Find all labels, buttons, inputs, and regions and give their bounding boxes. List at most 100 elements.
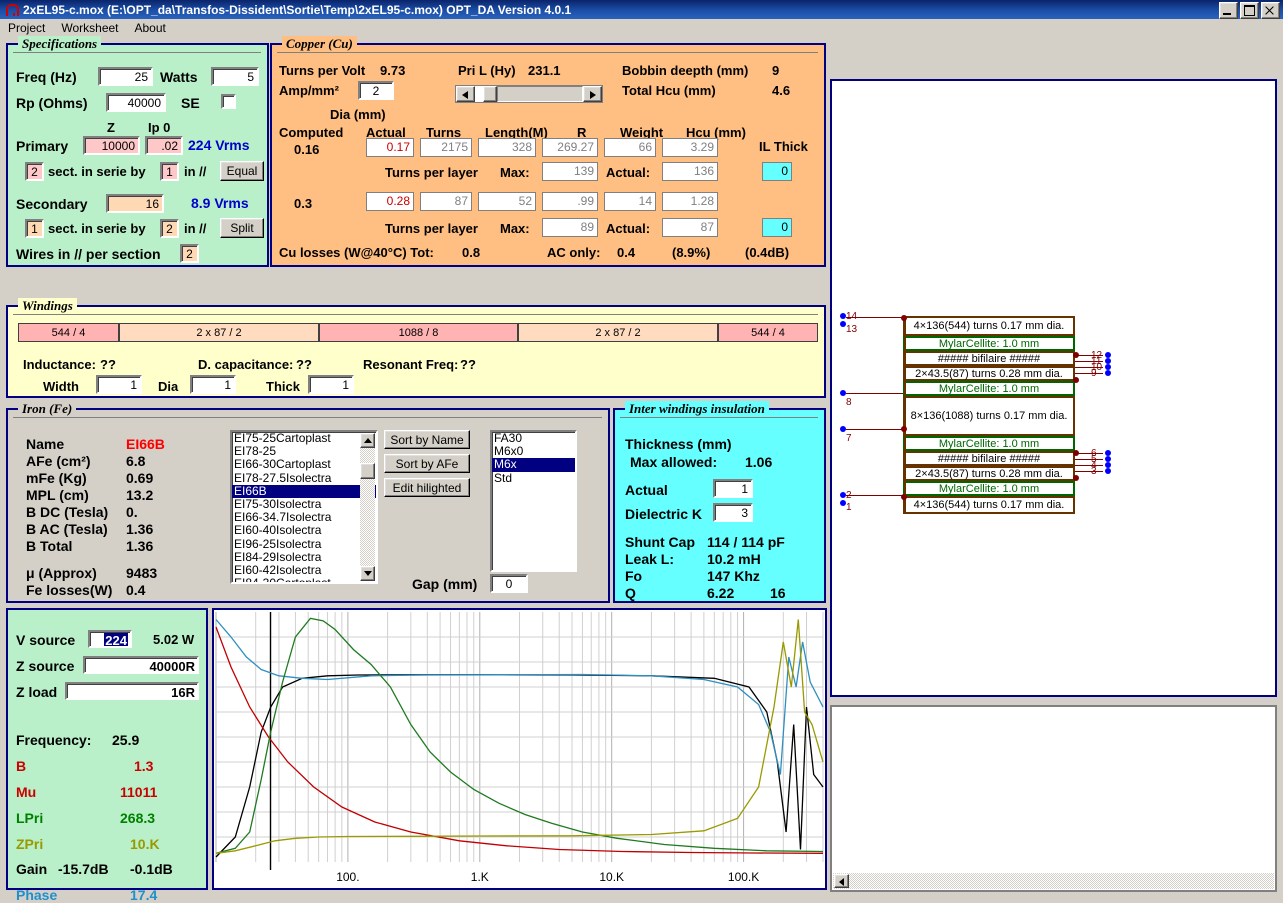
secondary-label: Secondary [16, 196, 88, 212]
winding-layer[interactable]: 8×136(1088) turns 0.17 mm dia. [903, 396, 1075, 436]
list-item[interactable]: EI60-40Isolectra [232, 524, 376, 537]
response-chart[interactable]: 100. 1.K 10.K 100.K [212, 608, 827, 890]
leak-l-label: Leak L: [625, 551, 675, 567]
iron-caption: Iron (Fe) [18, 401, 77, 417]
leak-l-value: 10.2 mH [707, 551, 761, 567]
scroll-down-icon[interactable] [360, 566, 375, 581]
pri-parallel-input[interactable]: 1 [160, 162, 179, 181]
sec-serie-label: sect. in serie by [48, 221, 146, 236]
menu-about[interactable]: About [127, 20, 174, 36]
insulation-actual-input[interactable]: 1 [713, 479, 753, 498]
list-item[interactable]: EI84-29Isolectra [232, 550, 376, 564]
scroll-right-icon[interactable] [583, 86, 602, 102]
fo-value: 147 Khz [707, 568, 760, 584]
dielectric-input[interactable]: 3 [713, 503, 753, 522]
scroll-thumb[interactable] [360, 463, 375, 479]
core-list-scrollbar[interactable] [360, 433, 375, 581]
z-source-input[interactable]: 40000R [83, 656, 199, 674]
panel-hscrollbar[interactable] [833, 873, 1274, 889]
winding-segment[interactable]: 2 x 87 / 2 [518, 323, 718, 342]
row2-turns: 87 [420, 192, 472, 211]
pri-sections-input[interactable]: 2 [25, 162, 44, 181]
list-item[interactable]: EI84-30Cartoplast [232, 576, 376, 582]
secondary-z-input[interactable]: 16 [106, 194, 164, 213]
list-item[interactable]: Std [492, 471, 575, 485]
pin-number: 3 [1091, 466, 1097, 477]
winding-segment[interactable]: 544 / 4 [18, 323, 119, 342]
primary-z-input[interactable]: 10000 [83, 136, 140, 155]
row2-tpl-max: 89 [542, 218, 598, 237]
menu-bar: Project Worksheet About [0, 19, 1283, 37]
row1-tpl-max: 139 [542, 162, 598, 181]
list-item[interactable]: EI78-27.5Isolectra [232, 471, 376, 485]
close-icon[interactable] [1261, 2, 1280, 19]
scroll-up-icon[interactable] [360, 433, 375, 448]
freq-input[interactable]: 25 [98, 67, 153, 86]
v-source-input[interactable]: 224 [88, 630, 132, 648]
primary-ip-input[interactable]: .02 [145, 136, 183, 155]
thick-input[interactable]: 1 [308, 375, 354, 394]
wires-input[interactable]: 2 [180, 244, 199, 263]
turns-per-layer-label-1: Turns per layer [385, 165, 478, 180]
row1-actual-input[interactable]: 0.17 [366, 138, 414, 157]
winding-segment[interactable]: 1088 / 8 [319, 323, 518, 342]
winding-segment[interactable]: 544 / 4 [718, 323, 818, 342]
width-input[interactable]: 1 [96, 375, 142, 394]
dia-header: Dia (mm) [330, 107, 386, 122]
winding-layer[interactable]: 4×136(544) turns 0.17 mm dia. [903, 496, 1075, 514]
winding-layer[interactable]: 4×136(544) turns 0.17 mm dia. [903, 316, 1075, 336]
row2-actual-input[interactable]: 0.28 [366, 192, 414, 211]
menu-worksheet[interactable]: Worksheet [53, 20, 126, 36]
sec-parallel-input[interactable]: 2 [160, 219, 179, 238]
minimize-icon[interactable] [1219, 2, 1238, 19]
pin-dot[interactable] [1105, 370, 1111, 376]
dia-input[interactable]: 1 [190, 375, 236, 394]
se-checkbox[interactable] [221, 94, 236, 109]
winding-layer[interactable]: 2×43.5(87) turns 0.28 mm dia. [903, 466, 1075, 481]
resfreq-value: ?? [460, 357, 476, 372]
q-value-2: 16 [770, 585, 786, 601]
iron-panel: Iron (Fe) Name EI66B AFe (cm²) 6.8 mFe (… [6, 401, 610, 603]
edit-hilighted-button[interactable]: Edit hilighted [384, 478, 470, 497]
list-item[interactable]: EI96-25Isolectra [232, 537, 376, 551]
amp-input[interactable]: 2 [358, 81, 394, 100]
watts-input[interactable]: 5 [211, 67, 259, 86]
z-load-input[interactable]: 16R [65, 682, 199, 700]
equal-button[interactable]: Equal [220, 161, 264, 181]
scroll-left-icon[interactable] [456, 86, 475, 102]
insulation-layer[interactable]: MylarCellite: 1.0 mm [903, 481, 1075, 496]
row2-r: .99 [542, 192, 598, 211]
iron-mpl-label: MPL (cm) [26, 487, 89, 503]
scroll-thumb[interactable] [483, 86, 497, 102]
maximize-icon[interactable] [1240, 2, 1259, 19]
pri-l-scrollbar[interactable] [455, 85, 603, 103]
sort-by-name-button[interactable]: Sort by Name [384, 430, 470, 449]
sort-by-afe-button[interactable]: Sort by AFe [384, 454, 470, 473]
winding-segment[interactable]: 2 x 87 / 2 [119, 323, 319, 342]
material-listbox[interactable]: FA30 M6x0 M6x Std [490, 430, 577, 572]
menu-project[interactable]: Project [0, 20, 53, 36]
row2-ilthick-input[interactable]: 0 [762, 218, 792, 237]
list-item-selected[interactable]: EI66B [232, 484, 376, 498]
list-item[interactable]: EI66-30Cartoplast [232, 458, 376, 471]
scroll-left-icon[interactable] [834, 874, 849, 888]
winding-layer[interactable]: 2×43.5(87) turns 0.28 mm dia. [903, 366, 1075, 381]
insulation-layer[interactable]: MylarCellite: 1.0 mm [903, 436, 1075, 451]
specifications-caption: Specifications [18, 36, 102, 52]
insulation-layer[interactable]: MylarCellite: 1.0 mm [903, 381, 1075, 396]
sec-sections-input[interactable]: 1 [25, 219, 44, 238]
rp-input[interactable]: 40000 [106, 93, 166, 112]
core-listbox[interactable]: EI75-25Cartoplast EI78-25 EI66-30Cartopl… [230, 430, 378, 584]
insulation-layer[interactable]: MylarCellite: 1.0 mm [903, 336, 1075, 351]
winding-layer[interactable]: ##### bifilaire ##### [903, 451, 1075, 466]
pin-lead [1075, 471, 1103, 472]
window-title: 2xEL95-c.mox (E:\OPT_da\Transfos-Disside… [23, 2, 572, 17]
split-button[interactable]: Split [220, 218, 264, 238]
pin-number: 8 [846, 397, 852, 408]
winding-layer[interactable]: ##### bifilaire ##### [903, 351, 1075, 366]
svg-text:10.K: 10.K [599, 870, 624, 884]
row1-ilthick-input[interactable]: 0 [762, 162, 792, 181]
pin-dot[interactable] [1105, 468, 1111, 474]
list-item-selected[interactable]: M6x [492, 458, 575, 472]
gap-input[interactable]: 0 [490, 574, 528, 593]
